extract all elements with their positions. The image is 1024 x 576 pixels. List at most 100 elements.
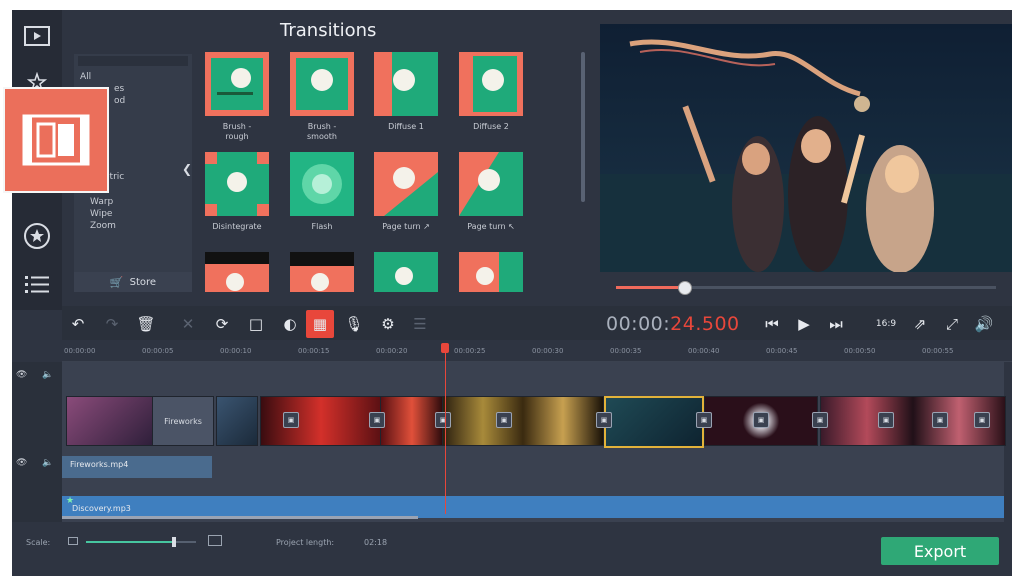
category-search[interactable]	[78, 56, 188, 66]
collapse-categories-button[interactable]: ❮	[180, 162, 194, 182]
clip-properties-button[interactable]: ▦	[306, 310, 334, 338]
skip-forward-button[interactable]: ⏭	[822, 310, 850, 338]
transition-marker-icon: ▣	[936, 416, 944, 424]
video-clip[interactable]	[260, 396, 382, 446]
ruler-tick: 00:00:15	[298, 347, 330, 355]
transition-marker-icon: ▣	[700, 416, 708, 424]
more-tools-button[interactable]	[19, 266, 55, 302]
transition-marker[interactable]: ▣	[932, 412, 948, 428]
transition-tile[interactable]	[374, 252, 438, 292]
transition-marker[interactable]: ▣	[435, 412, 451, 428]
ruler-tick: 00:00:40	[688, 347, 720, 355]
undo-icon: ↶	[71, 315, 85, 333]
delete-button[interactable]: 🗑	[132, 310, 160, 338]
transition-tile[interactable]	[374, 152, 438, 216]
transitions-scrollbar[interactable]	[581, 52, 585, 202]
category-item[interactable]: od	[114, 96, 125, 106]
redo-button[interactable]: ↷	[98, 310, 126, 338]
store-label: Store	[129, 276, 157, 288]
transitions-tab-highlight[interactable]	[3, 87, 109, 193]
record-voice-button[interactable]: 🎙	[340, 310, 368, 338]
mic-icon: 🎙	[344, 315, 364, 333]
zoom-out-button[interactable]	[68, 537, 78, 545]
equalizer-icon: ☰	[413, 315, 427, 333]
transition-tile[interactable]	[290, 52, 354, 116]
transition-label: Page turn ↖	[467, 222, 515, 231]
video-clip[interactable]	[216, 396, 258, 446]
title-clip[interactable]: Fireworks	[152, 396, 214, 446]
scale-fill	[86, 541, 174, 543]
music-track-clip[interactable]: ★ Discovery.mp3	[62, 496, 1004, 518]
video-preview[interactable]	[600, 24, 1012, 272]
equalizer-button[interactable]: ☰	[406, 310, 434, 338]
detach-preview-button[interactable]: ⇗	[906, 310, 934, 338]
transition-marker[interactable]: ▣	[753, 412, 769, 428]
rotate-button[interactable]: ⟳	[208, 310, 236, 338]
speaker-icon[interactable]: 🔈	[42, 370, 53, 380]
aspect-ratio-button[interactable]: 16:9	[872, 310, 900, 338]
category-item[interactable]: es	[114, 84, 124, 94]
transition-marker[interactable]: ▣	[369, 412, 385, 428]
transition-label: Diffuse 1	[388, 122, 424, 131]
crop-button[interactable]: □	[242, 310, 270, 338]
eye-icon[interactable]: 👁	[16, 458, 27, 468]
project-length-value: 02:18	[364, 538, 388, 547]
import-media-button[interactable]	[19, 18, 55, 54]
transition-marker[interactable]: ▣	[496, 412, 512, 428]
playhead-line	[445, 348, 446, 514]
skip-back-button[interactable]: ⏮	[758, 310, 786, 338]
settings-button[interactable]: ⚙	[374, 310, 402, 338]
music-selection-bar[interactable]	[62, 516, 418, 519]
timecode-main: 00:00:	[606, 313, 671, 335]
status-bar	[12, 522, 1012, 576]
color-adjust-button[interactable]: ◐	[276, 310, 304, 338]
eye-icon[interactable]: 👁	[16, 370, 27, 380]
undo-button[interactable]: ↶	[64, 310, 92, 338]
crop-icon: □	[248, 315, 264, 333]
transition-tile[interactable]	[374, 52, 438, 116]
zoom-in-button[interactable]	[208, 535, 222, 546]
export-button[interactable]: Export	[881, 537, 999, 565]
volume-button[interactable]: 🔊	[970, 310, 998, 338]
scale-handle[interactable]	[172, 537, 176, 547]
play-icon: ▶	[798, 315, 810, 333]
transition-tile[interactable]	[290, 252, 354, 292]
transition-marker[interactable]: ▣	[974, 412, 990, 428]
fullscreen-button[interactable]: ⤢	[938, 310, 966, 338]
category-item[interactable]: All	[80, 72, 91, 82]
transition-tile[interactable]	[459, 152, 523, 216]
playhead-handle[interactable]	[441, 343, 449, 353]
transition-marker[interactable]: ▣	[283, 412, 299, 428]
transition-marker-icon: ▣	[816, 416, 824, 424]
seek-handle[interactable]	[678, 281, 693, 295]
video-clip[interactable]	[66, 396, 154, 446]
redo-icon: ↷	[105, 315, 119, 333]
play-button[interactable]: ▶	[790, 310, 818, 338]
category-item[interactable]: Warp	[90, 197, 113, 207]
stickers-button[interactable]	[19, 218, 55, 254]
transition-marker-icon: ▣	[500, 416, 508, 424]
transition-marker[interactable]: ▣	[696, 412, 712, 428]
split-button[interactable]: ✕	[174, 310, 202, 338]
transitions-icon	[22, 114, 90, 166]
transition-tile[interactable]	[205, 152, 269, 216]
category-item[interactable]: Zoom	[90, 221, 116, 231]
selected-video-clip[interactable]	[604, 396, 704, 448]
transition-tile[interactable]	[205, 252, 269, 292]
music-clip-label: Discovery.mp3	[72, 504, 131, 513]
ruler-tick: 00:00:00	[64, 347, 96, 355]
transition-tile[interactable]	[459, 52, 523, 116]
audio-clip-label: Fireworks.mp4	[70, 460, 129, 469]
category-item[interactable]: Wipe	[90, 209, 112, 219]
transition-marker[interactable]: ▣	[878, 412, 894, 428]
audio-clip[interactable]: Fireworks.mp4	[62, 456, 212, 478]
store-button[interactable]: 🛒 Store	[74, 272, 192, 292]
store-icon: 🛒	[109, 275, 124, 289]
video-clip[interactable]	[442, 396, 604, 446]
transition-marker[interactable]: ▣	[812, 412, 828, 428]
transition-tile[interactable]	[459, 252, 523, 292]
transition-tile[interactable]	[290, 152, 354, 216]
speaker-icon[interactable]: 🔈	[42, 458, 53, 468]
transition-tile[interactable]	[205, 52, 269, 116]
transition-marker[interactable]: ▣	[596, 412, 612, 428]
